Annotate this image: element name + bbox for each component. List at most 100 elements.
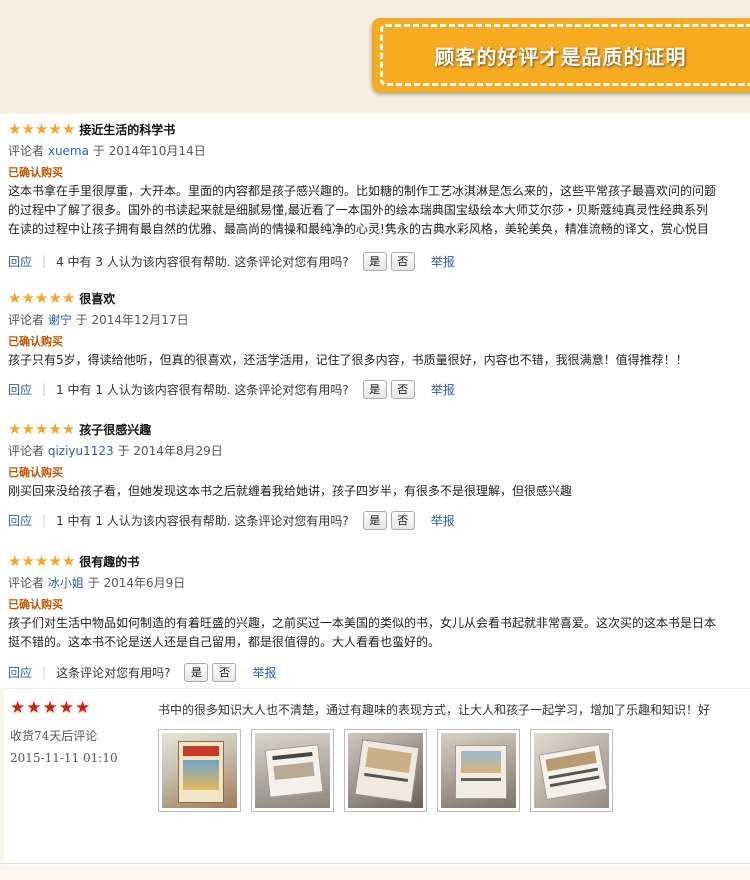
vote-yes-button[interactable]: 是 [362,379,387,399]
star-icon: ★ [34,420,49,438]
star-rating: ★ ★ ★ ★ ★ [8,421,75,437]
report-link[interactable]: 举报 [431,512,455,529]
verified-purchase-badge: 已确认购买 [8,598,63,611]
star-icon: ★ [48,552,62,570]
page-illustration [365,747,412,774]
star-icon: ★ [8,420,22,438]
review-body-line: 在读的过程中让孩子拥有最自然的优雅、最高尚的情操和最纯净的心灵!隽永的古典水彩风… [8,222,709,236]
reviewer-name-link[interactable]: 冰小姐 [48,576,84,590]
review-item: ★ ★ ★ ★ ★ 接近生活的科学书 评论者 xuema 于 2014年10月14日 已… [0,120,750,271]
review-footer: 回应 | 1 中有 1 人认为该内容很有帮助. 这条评论对您有用吗? 是 否 举… [8,379,455,399]
reviewer-prefix: 评论者 [8,144,45,158]
star-icon: ★ [34,289,49,307]
review-date: 于 2014年8月29日 [117,444,223,458]
reply-link[interactable]: 回应 [8,512,32,529]
star-rating: ★ ★ ★ ★ ★ [8,553,75,569]
review-title[interactable]: 接近生活的科学书 [79,121,175,138]
review-header: ★ ★ ★ ★ ★ 接近生活的科学书 [8,120,175,138]
book-page-image [441,733,516,808]
review-date: 于 2014年6月9日 [87,576,186,590]
page-line [272,752,313,761]
review-meta: 评论者 qiziyu1123 于 2014年8月29日 [8,442,223,459]
helpful-text: 1 中有 1 人认为该内容很有帮助. 这条评论对您有用吗? [56,382,349,397]
star-icon: ★ [10,698,26,718]
vote-no-button[interactable]: 否 [390,510,415,530]
reviewer-name-link[interactable]: xuema [48,144,89,158]
vote-no-button[interactable]: 否 [212,662,237,682]
open-page [264,744,324,798]
vote-no-button[interactable]: 否 [390,379,415,399]
star-icon: ★ [61,420,76,438]
book-cover [178,741,224,803]
review-body: 孩子们对生活中物品如何制造的有着旺盛的兴趣，之前买过一本美国的类似的书，女儿从会… [8,614,750,652]
review-footer: 回应 | 这条评论对您有用吗? 是 否 举报 [8,662,276,682]
vote-no-button[interactable]: 否 [390,251,415,271]
star-icon: ★ [21,289,35,307]
divider: | [42,665,47,679]
review-title[interactable]: 很有趣的书 [79,553,139,570]
reply-link[interactable]: 回应 [8,664,32,681]
divider: | [42,513,47,527]
book-cover-image [162,733,237,808]
open-page [354,739,420,803]
helpful-text: 1 中有 1 人认为该内容很有帮助. 这条评论对您有用吗? [56,513,349,528]
book-page-image [255,733,330,808]
photo-thumbnail[interactable] [344,729,427,812]
star-icon: ★ [75,698,91,718]
review-text: 书中的很多知识大人也不清楚，通过有趣味的表现方式，让大人和孩子一起学习，增加了乐… [158,703,711,717]
divider: | [42,382,47,396]
photo-strip [158,729,613,812]
photo-thumbnail[interactable] [530,729,613,812]
banner-dashed-frame: 顾客的好评才是品质的证明 [380,24,750,86]
verified-purchase-badge: 已确认购买 [8,166,63,179]
star-icon: ★ [61,120,76,138]
reviewer-prefix: 评论者 [8,444,45,458]
review-item: ★ ★ ★ ★ ★ 很有趣的书 评论者 冰小姐 于 2014年6月9日 已确认购买 孩子… [0,552,750,687]
star-icon: ★ [58,698,74,718]
reviewer-prefix: 评论者 [8,576,45,590]
photo-thumbnail[interactable] [158,729,241,812]
review-meta: 评论者 xuema 于 2014年10月14日 [8,142,206,159]
report-link[interactable]: 举报 [431,381,455,398]
reply-link[interactable]: 回应 [8,253,32,270]
banner-title: 顾客的好评才是品质的证明 [434,44,687,69]
report-link[interactable]: 举报 [431,253,455,270]
review-body-line: 刚买回来没给孩子看，但她发现这本书之后就缠着我给她讲，孩子四岁半，有很多不是很理… [8,484,573,498]
vote-yes-button[interactable]: 是 [362,251,387,271]
star-icon: ★ [34,552,49,570]
review-body-line: 孩子只有5岁，得读给他听，但真的很喜欢，还活学活用，记住了很多内容，书质量很好，… [8,353,688,367]
review-meta: 评论者 谢宁 于 2014年12月17日 [8,311,189,328]
star-icon: ★ [61,552,76,570]
review-title[interactable]: 孩子很感兴趣 [79,421,151,438]
star-icon: ★ [21,552,35,570]
star-rating: ★ ★ ★ ★ ★ [8,121,75,137]
review-datetime: 2015-11-11 01:10 [10,751,118,765]
cover-title-bar [183,746,219,756]
page-illustration [273,761,315,781]
star-icon: ★ [61,289,76,307]
review-item: ★ ★ ★ ★ ★ 很喜欢 评论者 谢宁 于 2014年12月17日 已确认购买 孩子只… [0,289,750,399]
review-date: 于 2014年10月14日 [92,144,206,158]
star-icon: ★ [26,698,42,718]
review-body: 这本书拿在手里很厚重，大开本。里面的内容都是孩子感兴趣的。比如糖的制作工艺冰淇淋… [8,182,750,239]
star-icon: ★ [48,289,62,307]
review-list: ★ ★ ★ ★ ★ 接近生活的科学书 评论者 xuema 于 2014年10月14日 已… [0,114,750,688]
star-icon: ★ [8,289,22,307]
star-icon: ★ [42,698,58,718]
vote-yes-button[interactable]: 是 [362,510,387,530]
reply-link[interactable]: 回应 [8,381,32,398]
review-title[interactable]: 很喜欢 [79,290,115,307]
cover-illustration [183,760,219,790]
review-body-line: 的过程中了解了很多。国外的书读起来就是细腻易懂,最近看了一本国外的绘本瑞典国宝级… [8,203,708,217]
open-page [538,743,608,801]
report-link[interactable]: 举报 [252,664,276,681]
reviewer-name-link[interactable]: qiziyu1123 [48,444,114,458]
page-line [364,772,409,782]
reviewer-name-link[interactable]: 谢宁 [48,313,72,327]
photo-thumbnail[interactable] [251,729,334,812]
star-icon: ★ [21,120,35,138]
photo-thumbnail[interactable] [437,729,520,812]
vote-yes-button[interactable]: 是 [184,662,209,682]
star-icon: ★ [8,120,22,138]
review-meta: 评论者 冰小姐 于 2014年6月9日 [8,574,185,591]
